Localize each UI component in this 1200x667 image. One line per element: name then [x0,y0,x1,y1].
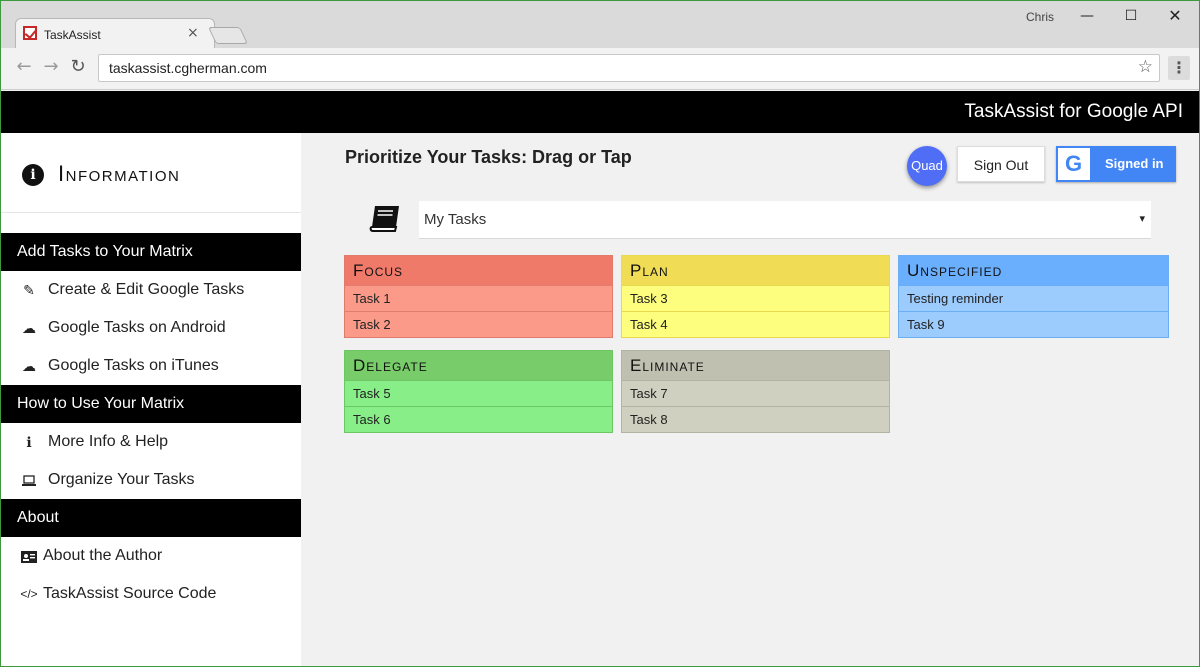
quadrant-title: Unspecified [899,256,1168,285]
sidebar-item-source-code[interactable]: </> TaskAssist Source Code [1,575,301,613]
sidebar-item-label[interactable]: Google Tasks on Android [48,309,226,347]
edit-icon: ✎ [23,282,35,298]
sidebar-item-organize[interactable]: Organize Your Tasks [1,461,301,499]
id-card-icon [20,537,38,575]
task-item[interactable]: Task 5 [345,380,612,406]
sidebar-item-label[interactable]: Google Tasks on iTunes [48,347,219,385]
code-icon: </> [20,587,38,601]
task-item[interactable]: Testing reminder [899,285,1168,311]
section-about: About [1,499,301,537]
back-arrow-icon[interactable]: ← [13,56,35,78]
app-title: TaskAssist for Google API [964,101,1183,122]
sign-out-button[interactable]: Sign Out [957,146,1045,182]
sidebar-item-itunes[interactable]: ☁ Google Tasks on iTunes [1,347,301,385]
signed-in-label: Signed in [1105,156,1164,171]
checkbox-favicon-icon [23,26,37,40]
info-circle-icon: i [22,164,44,186]
task-item[interactable]: Task 7 [622,380,889,406]
laptop-icon [20,461,38,499]
cloud-download-icon: ☁ [22,358,36,374]
sidebar-item-label[interactable]: About the Author [43,537,162,575]
quadrant-unspecified: Unspecified Testing reminder Task 9 [898,255,1169,338]
dropdown-arrow-icon[interactable]: ▾ [1139,212,1145,225]
forward-arrow-icon[interactable]: → [40,56,62,78]
book-icon [369,206,399,232]
sidebar-item-label[interactable]: TaskAssist Source Code [43,575,216,613]
sidebar-item-label[interactable]: Create & Edit Google Tasks [48,271,244,309]
page-title: Prioritize Your Tasks: Drag or Tap [345,147,632,167]
section-how-to-use: How to Use Your Matrix [1,385,301,423]
sidebar-item-label[interactable]: More Info & Help [48,423,168,461]
quadrant-title: Delegate [345,351,612,380]
task-item[interactable]: Task 6 [345,406,612,432]
google-logo-icon: G [1058,148,1090,180]
sidebar: i Information Add Tasks to Your Matrix ✎… [1,133,301,666]
cloud-download-icon: ☁ [22,320,36,336]
google-signed-in-button[interactable]: G Signed in [1056,146,1176,182]
reload-icon[interactable]: ↻ [67,56,89,78]
tab-close-icon[interactable]: × [187,25,199,41]
tab-title: TaskAssist [44,28,101,42]
sidebar-item-author[interactable]: About the Author [1,537,301,575]
quadrant-title: Plan [622,256,889,285]
quadrant-delegate: Delegate Task 5 Task 6 [344,350,613,433]
profile-name[interactable]: Chris [1026,10,1054,24]
quadrant-focus: Focus Task 1 Task 2 [344,255,613,338]
sidebar-item-more-info[interactable]: ℹ More Info & Help [1,423,301,461]
address-bar[interactable]: taskassist.cgherman.com ☆ [98,54,1160,82]
task-item[interactable]: Task 3 [622,285,889,311]
minimize-button[interactable]: — [1065,4,1109,28]
task-list-value: My Tasks [424,211,487,228]
title-bar: TaskAssist × Chris — ☐ ✕ [1,1,1199,48]
sidebar-item-label[interactable]: Organize Your Tasks [48,461,194,499]
app-header: TaskAssist for Google API [1,91,1199,133]
task-item[interactable]: Task 2 [345,311,612,337]
quadrant-title: Eliminate [622,351,889,380]
bookmark-star-icon[interactable]: ☆ [1138,57,1153,77]
section-add-tasks: Add Tasks to Your Matrix [1,233,301,271]
task-list-select[interactable]: My Tasks ▾ [419,201,1151,239]
task-item[interactable]: Task 4 [622,311,889,337]
info-icon: ℹ [26,434,32,450]
browser-toolbar: ← → ↻ taskassist.cgherman.com ☆ ⋮ [1,48,1199,90]
maximize-button[interactable]: ☐ [1109,4,1153,28]
new-tab-button[interactable] [208,27,248,44]
url-text[interactable]: taskassist.cgherman.com [109,60,267,76]
browser-menu-icon[interactable]: ⋮ [1168,56,1190,80]
quadrant-plan: Plan Task 3 Task 4 [621,255,890,338]
task-item[interactable]: Task 8 [622,406,889,432]
browser-window: TaskAssist × Chris — ☐ ✕ ← → ↻ taskassis… [0,0,1200,667]
task-item[interactable]: Task 9 [899,311,1168,337]
sidebar-item-android[interactable]: ☁ Google Tasks on Android [1,309,301,347]
task-item[interactable]: Task 1 [345,285,612,311]
information-title: Information [58,161,181,186]
quad-button[interactable]: Quad [907,146,947,186]
sidebar-item-create-edit[interactable]: ✎ Create & Edit Google Tasks [1,271,301,309]
close-window-button[interactable]: ✕ [1153,4,1197,28]
quadrant-title: Focus [345,256,612,285]
quadrant-eliminate: Eliminate Task 7 Task 8 [621,350,890,433]
information-header: i Information [1,133,301,213]
